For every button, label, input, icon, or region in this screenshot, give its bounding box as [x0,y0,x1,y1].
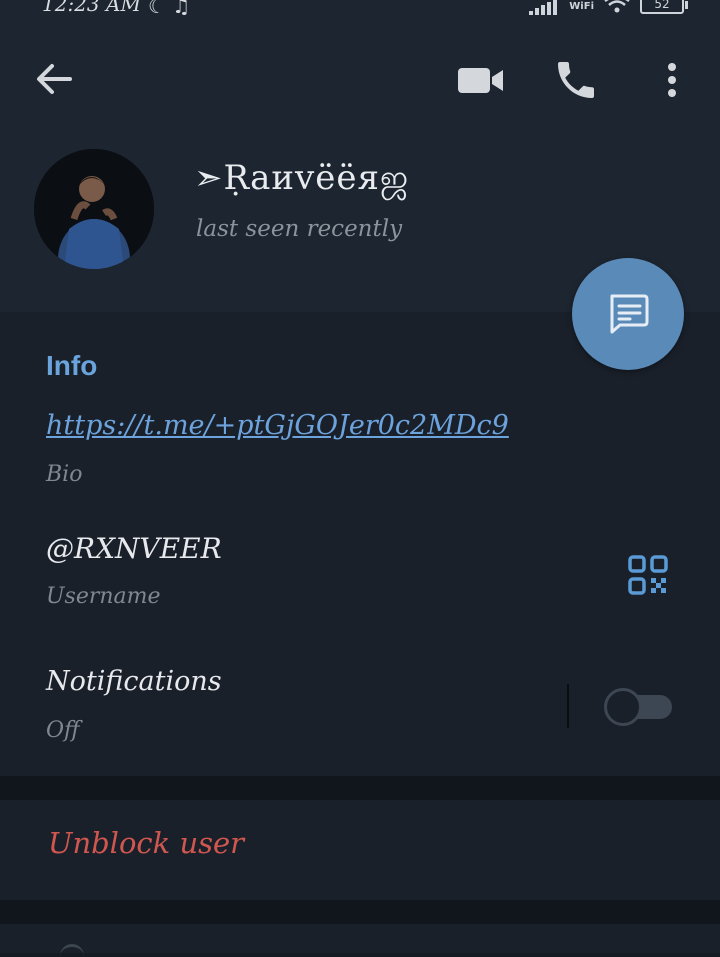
qr-code-icon [628,555,668,595]
section-gap [0,776,720,800]
back-button[interactable] [30,55,78,103]
notifications-toggle[interactable] [604,688,672,726]
phone-icon [558,62,594,98]
info-heading: Info [46,350,98,381]
call-button[interactable] [552,56,600,104]
last-seen-status: last seen recently [196,216,403,242]
username-value[interactable]: @RXNVEER [46,532,222,565]
wifi-signal-icon [604,0,630,18]
wifi-label: WiFi [569,1,594,12]
notifications-label[interactable]: Notifications [46,666,222,697]
video-call-icon [458,68,503,93]
profile-name: ➣Ṛaиvёёяஜ [194,158,410,198]
status-bar: 12:23 AM ☾ ♫ WiFi 52 [0,0,720,22]
unblock-user-button[interactable]: Unblock user [48,826,244,860]
toggle-knob [604,688,642,726]
username-caption: Username [46,584,161,609]
avatar[interactable] [34,149,154,269]
qr-code-button[interactable] [628,555,668,595]
message-button[interactable] [572,258,684,370]
bio-caption: Bio [46,462,83,487]
message-icon [610,294,649,334]
video-call-button[interactable] [456,60,506,100]
status-time: 12:23 AM [42,0,141,16]
bio-link[interactable]: https://t.me/+ptGjGOJer0c2MDc9 [46,410,509,441]
status-right-icons: WiFi 52 [529,0,688,18]
back-arrow-icon [37,64,72,94]
section-gap [0,900,720,924]
moon-icon: ☾ [148,0,166,18]
more-vertical-icon [668,63,676,97]
bottom-section [0,924,720,953]
battery-icon: 52 [640,0,688,14]
status-icons: ☾ ♫ [148,0,190,18]
avatar-photo [34,149,154,269]
headphones-icon: ♫ [172,0,191,18]
wifi-icon: WiFi [569,0,594,12]
signal-icon [529,0,559,15]
vertical-divider [567,684,569,728]
notifications-value: Off [46,718,80,743]
more-options-button[interactable] [660,58,684,102]
